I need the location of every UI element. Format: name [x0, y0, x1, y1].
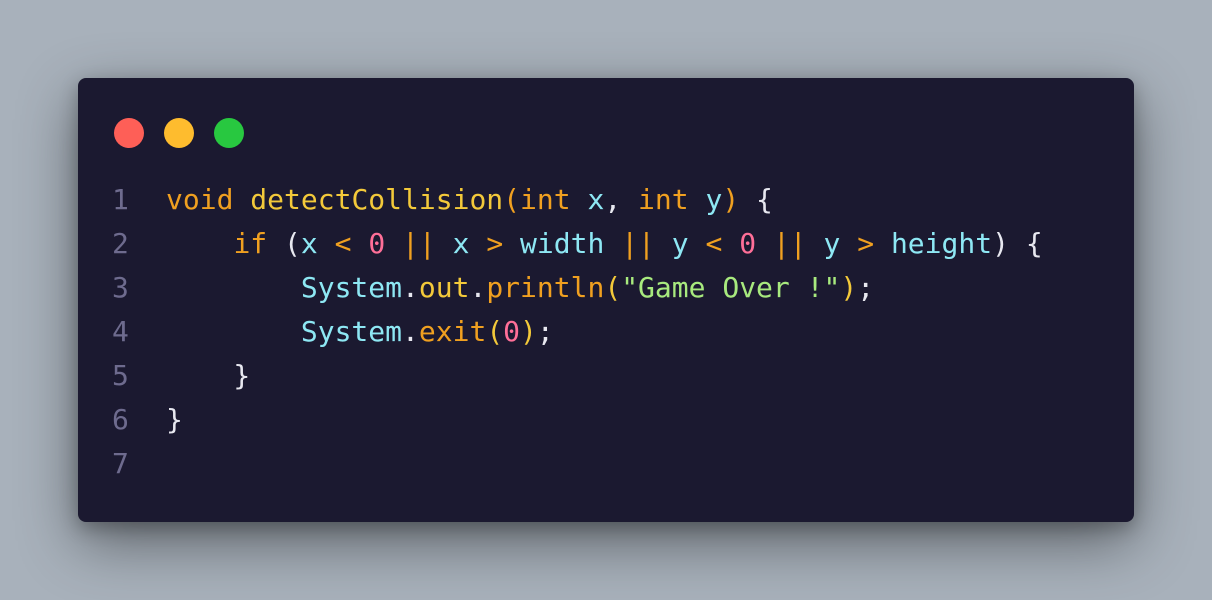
code-token: ,: [604, 183, 639, 216]
code-token: (: [267, 227, 301, 260]
code-token: void: [166, 183, 234, 216]
code-token: if: [233, 227, 268, 260]
code-token: (: [486, 315, 504, 348]
code-token: }: [166, 403, 183, 436]
code-token: detectCollision: [250, 183, 504, 216]
code-token: <: [334, 227, 352, 260]
code-token: ) {: [992, 227, 1043, 260]
code-token: ||: [402, 227, 436, 260]
code-token: .: [402, 315, 419, 348]
code-token: int: [638, 183, 689, 216]
code-token: height: [890, 227, 993, 260]
line-number: 1: [112, 183, 129, 216]
code-token: x: [452, 227, 470, 260]
minimize-dot-icon[interactable]: [164, 118, 194, 148]
line-number: 7: [112, 447, 129, 480]
code-token: y: [671, 227, 689, 260]
code-token: ||: [772, 227, 807, 260]
code-token: println: [486, 271, 605, 304]
line-source: if (x < 0 || x > width || y < 0 || y > h…: [166, 222, 1043, 266]
code-token: ): [722, 183, 740, 216]
code-token: >: [857, 227, 875, 260]
code-token: (: [604, 271, 622, 304]
line-source: }: [166, 398, 183, 442]
code-token: ;: [536, 315, 554, 348]
code-token: >: [486, 227, 504, 260]
code-token: System: [300, 315, 403, 348]
code-token: exit: [418, 315, 487, 348]
code-token: {: [739, 183, 773, 216]
code-token: int: [520, 183, 571, 216]
code-token: y: [823, 227, 841, 260]
line-number: 6: [112, 403, 129, 436]
code-token: 0: [503, 315, 521, 348]
line-number: 5: [112, 359, 129, 392]
line-number: 2: [112, 227, 129, 260]
code-token: 0: [368, 227, 386, 260]
code-token: ;: [857, 271, 875, 304]
code-token: .: [469, 271, 487, 304]
code-token: .: [402, 271, 419, 304]
maximize-dot-icon[interactable]: [214, 118, 244, 148]
code-token: ): [840, 271, 858, 304]
code-token: <: [705, 227, 723, 260]
code-token: out: [418, 271, 470, 304]
line-source: System.exit(0);: [166, 310, 554, 354]
code-token: (: [503, 183, 521, 216]
code-token: width: [520, 227, 605, 260]
code-window: 1 void detectCollision(int x, int y) {2 i…: [78, 78, 1134, 522]
close-dot-icon[interactable]: [114, 118, 144, 148]
code-token: "Game Over !": [621, 271, 841, 304]
code-token: ): [520, 315, 537, 348]
line-source: }: [166, 354, 250, 398]
line-source: System.out.println("Game Over !");: [166, 266, 874, 310]
line-source: void detectCollision(int x, int y) {: [166, 178, 773, 222]
code-token: System: [300, 271, 403, 304]
code-token: ||: [621, 227, 655, 260]
code-token: x: [587, 183, 605, 216]
line-number: 4: [112, 315, 129, 348]
line-number: 3: [112, 271, 129, 304]
code-token: y: [705, 183, 723, 216]
code-token: x: [300, 227, 318, 260]
code-token: }: [166, 359, 251, 392]
code-token: 0: [739, 227, 757, 260]
